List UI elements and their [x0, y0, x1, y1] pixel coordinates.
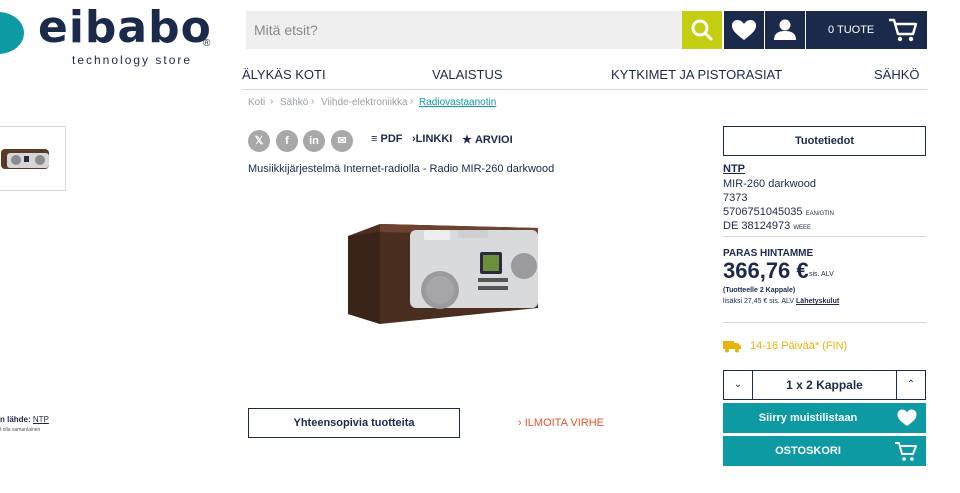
divider [723, 322, 926, 323]
truck-icon [723, 339, 741, 358]
breadcrumb-entertainment[interactable]: Viihde-elektroniikka [321, 97, 408, 108]
report-error-label: ILMOITA VIRHE [524, 417, 604, 429]
pdf-button[interactable]: ≡ PDF [371, 133, 402, 145]
price-value: 366,76 € [723, 258, 809, 283]
brand-link[interactable]: NTP [723, 163, 745, 175]
quantity-value[interactable]: 1 x 2 Kappale [752, 371, 897, 399]
wishlist-button[interactable] [724, 11, 764, 49]
cart-icon [889, 18, 918, 42]
share-x-button[interactable]: 𝕏 [248, 130, 270, 152]
product-image[interactable] [340, 218, 546, 344]
product-title: Musiikkijärjestelmä Internet-radiolla - … [248, 163, 555, 175]
share-linkedin-button[interactable]: in [303, 130, 325, 152]
heart-icon [897, 409, 917, 426]
quantity-decrease-button[interactable]: ⌄ [724, 371, 752, 399]
shipping-cost: lisäksi 27,45 € sis. ALV [723, 298, 795, 305]
search-icon [691, 19, 713, 41]
shipping-costs-link[interactable]: Lähetyskulut [796, 298, 839, 305]
cart-button[interactable]: 0 TUOTE [806, 11, 927, 49]
quantity-note: (Tuotteelle 2 Kappale) [723, 287, 796, 294]
weee-number: DE 38124973 WEEE [723, 220, 811, 232]
logo-tagline: technology store [72, 53, 193, 67]
chevron-right-icon: › [518, 417, 522, 429]
logo-registered: ® [203, 38, 211, 49]
breadcrumb-separator: › [270, 96, 274, 107]
radio-thumbnail-image [1, 149, 49, 169]
breadcrumb-separator: › [311, 96, 315, 107]
add-to-cart-button[interactable]: OSTOSKORI [723, 436, 926, 466]
account-button[interactable] [765, 11, 805, 49]
product-number: 7373 [723, 192, 748, 204]
cart-button-label: OSTOSKORI [775, 445, 841, 457]
product-thumbnail[interactable] [0, 126, 66, 191]
image-source-label: n lähde: [0, 415, 31, 424]
add-to-wishlist-button[interactable]: Siirry muistilistaan [723, 403, 926, 433]
heart-icon [732, 20, 756, 40]
price-vat: sis. ALV [809, 271, 834, 278]
user-icon [774, 19, 796, 40]
share-facebook-button[interactable]: f [276, 130, 298, 152]
nav-electricity[interactable]: SÄHKÖ [874, 67, 920, 82]
image-source-note: t olla samanlainen [0, 427, 41, 433]
image-source-link[interactable]: NTP [33, 415, 49, 424]
nav-lighting[interactable]: VALAISTUS [432, 67, 503, 82]
ean-label: EAN/GTIN [805, 211, 834, 217]
star-icon: ★ [462, 134, 472, 146]
radio-product-image [348, 224, 538, 324]
ean-value: 5706751045035 [723, 206, 803, 218]
review-button[interactable]: ★ ARVIOI [462, 133, 513, 146]
link-label: LINKKI [415, 133, 453, 145]
chevron-up-icon: ⌃ [906, 379, 916, 390]
share-mail-button[interactable]: ✉ [331, 130, 353, 152]
review-label: ARVIOI [474, 134, 513, 146]
product-info-button[interactable]: Tuotetiedot [723, 126, 926, 156]
quantity-stepper[interactable]: ⌄ 1 x 2 Kappale ⌃ [723, 370, 926, 400]
compatible-products-button[interactable]: Yhteensopivia tuotteita [248, 408, 460, 438]
search-button[interactable] [682, 11, 722, 49]
model-name: MIR-260 darkwood [723, 178, 816, 190]
list-icon: ≡ [371, 133, 378, 145]
ean-code: 5706751045035 EAN/GTIN [723, 206, 834, 218]
weee-value: DE 38124973 [723, 220, 791, 232]
cart-icon [895, 442, 917, 461]
quantity-increase-button[interactable]: ⌃ [897, 371, 925, 399]
image-source: n lähde: NTP [0, 415, 49, 424]
search-input[interactable] [246, 11, 682, 49]
chevron-down-icon: ⌄ [733, 379, 743, 390]
wishlist-button-label: Siirry muistilistaan [758, 412, 858, 424]
shipping-note: lisäksi 27,45 € sis. ALV Lähetyskulut [723, 298, 839, 305]
cart-count: 0 TUOTE [828, 24, 875, 36]
breadcrumb-electricity[interactable]: Sähkö [280, 97, 308, 108]
breadcrumb-current[interactable]: Radiovastaanotin [419, 97, 496, 108]
logo-mark [0, 12, 24, 54]
breadcrumb-home[interactable]: Koti [248, 97, 265, 108]
nav-smart-home[interactable]: ÄLYKÄS KOTI [242, 67, 326, 82]
pdf-label: PDF [380, 133, 403, 145]
report-error-link[interactable]: › ILMOITA VIRHE [518, 417, 604, 429]
nav-switches-sockets[interactable]: KYTKIMET JA PISTORASIAT [611, 67, 782, 82]
divider [723, 236, 926, 237]
breadcrumb-separator: › [410, 96, 414, 107]
logo[interactable]: eibabo [38, 2, 212, 53]
nav-divider [242, 89, 927, 90]
link-button[interactable]: ›LINKKI [412, 133, 452, 145]
weee-label: WEEE [793, 225, 812, 231]
delivery-time: 14-16 Päivää* (FIN) [750, 340, 848, 352]
